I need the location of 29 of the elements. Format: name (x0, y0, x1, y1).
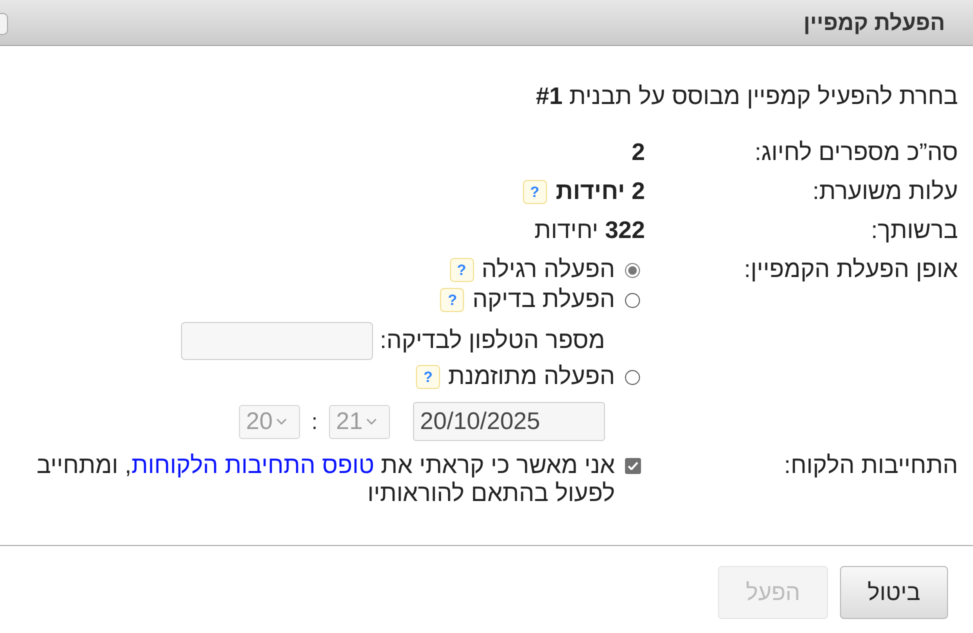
phone-input-field[interactable] (180, 322, 373, 360)
radio-button[interactable] (625, 370, 640, 384)
help-button[interactable]: ? (440, 288, 464, 312)
option-label[interactable]: הפעלת בדיקה (472, 286, 615, 314)
window-title: הפעלת קמפיין (804, 10, 945, 36)
help-button[interactable]: ? (450, 258, 474, 282)
terms-link[interactable]: טופס התחיבות הלקוחות (131, 452, 374, 479)
field-label: סה”כ מספרים לחיוג: (754, 139, 958, 167)
help-button[interactable]: ? (416, 365, 440, 389)
option-label[interactable]: הפעלה רגילה (482, 256, 615, 284)
field-value: 2 (632, 139, 645, 167)
time-separator: : (310, 408, 319, 436)
phone-label: מספר הטלפון לבדיקה: (380, 327, 605, 355)
checkbox[interactable] (625, 458, 641, 474)
date-field[interactable]: 20/10/2025 (413, 402, 605, 441)
agreement-text: אני מאשר כי קראתי את טופס התחיבות הלקוחות, ומתחייב לפעול בהתאם להוראותיו (36, 452, 615, 508)
dialog-button[interactable]: ביטול (840, 566, 948, 619)
chevron-down-icon (366, 418, 377, 425)
checkmark-icon (628, 462, 638, 470)
radio-button[interactable] (625, 292, 640, 308)
help-button[interactable]: ? (522, 180, 547, 204)
field-label: עלות משוערת: (812, 178, 958, 206)
field-value: 2 יחידות (556, 178, 645, 206)
option-label[interactable]: הפעלה מתוזמנת (448, 363, 615, 391)
radio-button[interactable] (625, 262, 640, 278)
field-label: אופן הפעלת הקמפיין: (742, 256, 958, 284)
field-label: ברשותך: (870, 217, 958, 245)
field-label: התחייבות הלקוח: (783, 452, 958, 480)
chevron-down-icon (276, 418, 287, 425)
